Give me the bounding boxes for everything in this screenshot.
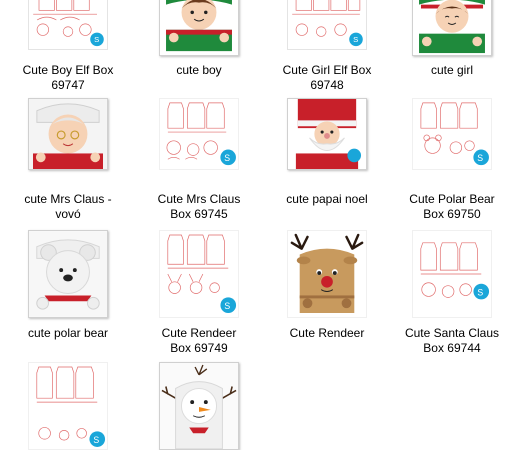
file-name-line2: Box 69745 [170,207,228,221]
pattern-thumbnail-icon: S [412,230,492,318]
file-name-line2: Box 69749 [170,341,228,355]
file-name-line1: Cute Rendeer [289,326,365,340]
file-name-line2: 69747 [51,78,85,92]
polar-bear-box-photo-icon [28,230,108,318]
file-name-line1: cute papai noel [286,192,368,206]
pattern-thumbnail-icon: S [287,0,367,50]
reindeer-box-photo-icon [287,230,367,318]
file-name-line2: vovó [55,207,81,221]
svg-text:S: S [353,35,358,44]
pattern-thumbnail-icon: S [159,98,239,170]
file-name-line2: 69748 [310,78,344,92]
file-name-line1: Cute Rendeer [161,326,237,340]
girl-elf-box-photo-icon [412,0,492,56]
file-name-line1: Cute Polar Bear [409,192,495,206]
file-name-line1: cute boy [176,63,222,77]
svg-text:S: S [477,153,483,163]
snowman-box-photo-icon [159,362,239,450]
pattern-thumbnail-icon: S [412,98,492,170]
svg-text:S: S [94,35,99,44]
file-name-line2: Box 69744 [423,341,481,355]
file-name-line1: Cute Santa Claus [404,326,500,340]
file-name-line1: cute girl [430,63,474,77]
file-name-line1: cute Mrs Claus - [24,192,112,206]
svg-text:S: S [93,435,99,445]
file-name-line1: Cute Girl Elf Box [282,63,372,77]
svg-text:S: S [224,301,230,311]
svg-text:S: S [224,153,230,163]
file-name-line1: Cute Boy Elf Box [22,63,114,77]
pattern-thumbnail-icon: S [28,362,108,450]
svg-text:S: S [477,287,483,297]
file-name-line1: cute polar bear [27,326,109,340]
file-name-line2: Box 69750 [423,207,481,221]
boy-elf-box-photo-icon [159,0,239,56]
mrs-claus-box-photo-icon [28,98,108,170]
pattern-thumbnail-icon: S [159,230,239,318]
pattern-thumbnail-icon: S [28,0,108,50]
file-name-line1: Cute Mrs Claus [157,192,241,206]
santa-box-photo-icon [287,98,367,170]
